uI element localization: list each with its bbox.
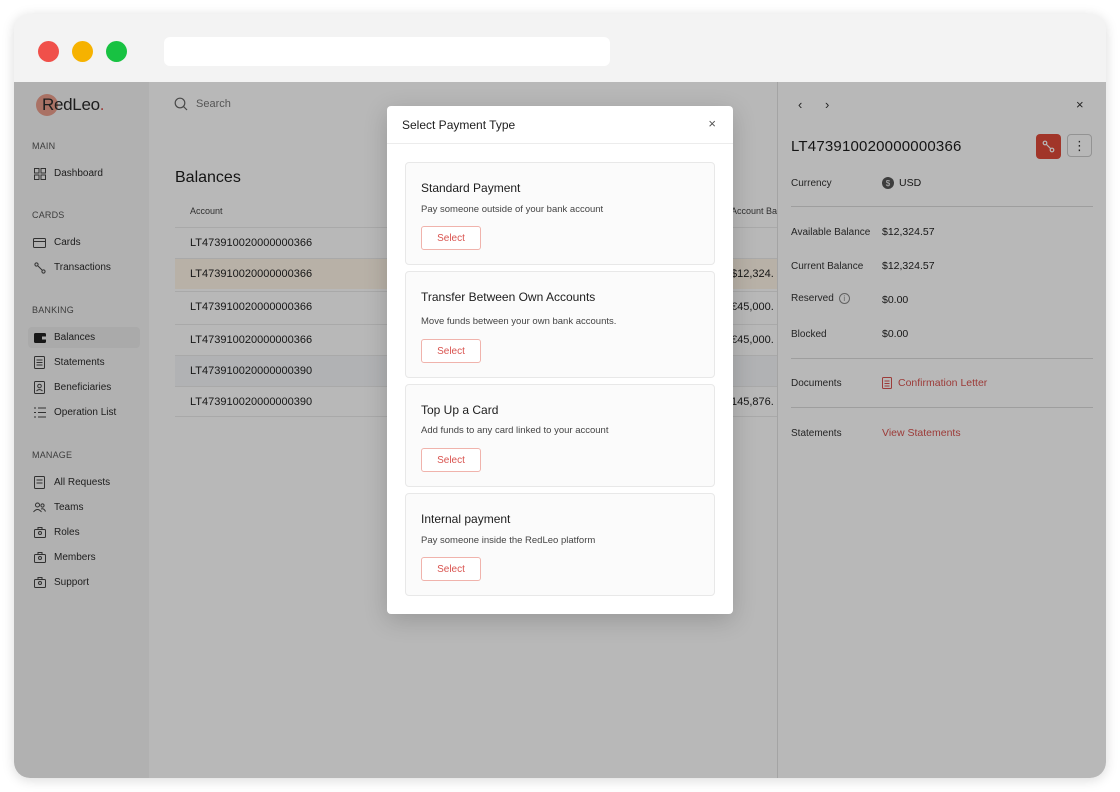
option-description: Add funds to any card linked to your acc… [421,425,609,436]
browser-window: RedLeo. MAIN Dashboard CARDS Cards Trans… [14,14,1106,778]
select-standard-payment-button[interactable]: Select [421,226,481,250]
select-internal-payment-button[interactable]: Select [421,557,481,581]
app-root: RedLeo. MAIN Dashboard CARDS Cards Trans… [14,82,1106,778]
payment-option-standard: Standard Payment Pay someone outside of … [405,162,715,265]
payment-option-top-up-card: Top Up a Card Add funds to any card link… [405,384,715,487]
option-title: Internal payment [421,512,511,526]
maximize-window-button[interactable] [106,41,127,62]
option-title: Top Up a Card [421,403,499,417]
option-title: Transfer Between Own Accounts [421,290,596,304]
dialog-header: Select Payment Type × [387,106,733,144]
close-window-button[interactable] [38,41,59,62]
option-description: Pay someone inside the RedLeo platform [421,535,596,546]
browser-titlebar [14,14,1106,82]
payment-option-own-accounts: Transfer Between Own Accounts Move funds… [405,271,715,378]
option-description: Move funds between your own bank account… [421,316,617,327]
close-icon[interactable]: × [708,117,716,130]
minimize-window-button[interactable] [72,41,93,62]
dialog-title: Select Payment Type [402,118,516,132]
address-bar[interactable] [164,37,610,66]
payment-option-internal: Internal payment Pay someone inside the … [405,493,715,596]
select-own-accounts-button[interactable]: Select [421,339,481,363]
option-description: Pay someone outside of your bank account [421,204,604,215]
select-top-up-card-button[interactable]: Select [421,448,481,472]
option-title: Standard Payment [421,181,521,195]
select-payment-type-dialog: Select Payment Type × Standard Payment P… [387,106,733,614]
